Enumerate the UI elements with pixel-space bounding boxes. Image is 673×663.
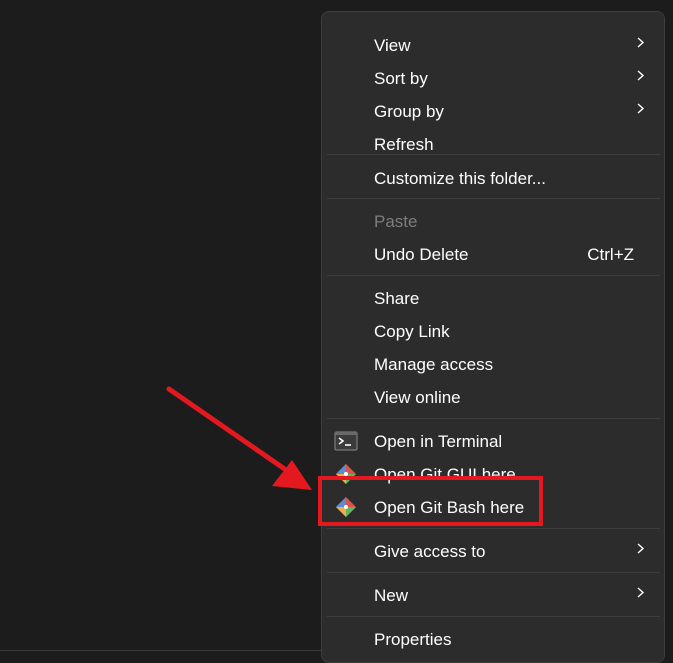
menu-separator — [327, 528, 660, 529]
menu-separator — [327, 572, 660, 573]
highlight-box — [318, 476, 543, 526]
menu-item-label: Open in Terminal — [374, 432, 503, 451]
chevron-right-icon — [635, 37, 646, 48]
menu-item-view[interactable]: View — [322, 29, 664, 62]
menu-separator — [327, 418, 660, 419]
menu-item-label: Group by — [374, 102, 444, 121]
menu-item-customize-folder[interactable]: Customize this folder... — [322, 162, 664, 195]
menu-item-new[interactable]: New — [322, 579, 664, 612]
desktop-divider — [0, 650, 321, 651]
menu-item-label: Copy Link — [374, 322, 450, 341]
chevron-right-icon — [635, 70, 646, 81]
menu-item-view-online[interactable]: View online — [322, 381, 664, 414]
menu-item-label: View online — [374, 388, 461, 407]
menu-item-properties[interactable]: Properties — [322, 623, 664, 656]
menu-item-label: Sort by — [374, 69, 428, 88]
shortcut-label: Ctrl+Z — [587, 245, 634, 264]
menu-item-label: Paste — [374, 212, 418, 231]
menu-item-label: Properties — [374, 630, 452, 649]
context-menu: View Sort by Group by Refresh Customize … — [321, 11, 665, 663]
terminal-icon — [334, 430, 358, 452]
menu-item-label: Refresh — [374, 135, 434, 154]
menu-item-open-terminal[interactable]: Open in Terminal — [322, 425, 664, 458]
menu-item-give-access[interactable]: Give access to — [322, 535, 664, 568]
menu-item-copy-link[interactable]: Copy Link — [322, 315, 664, 348]
menu-item-label: View — [374, 36, 411, 55]
menu-item-label: Manage access — [374, 355, 494, 374]
menu-item-manage-access[interactable]: Manage access — [322, 348, 664, 381]
menu-item-label: Customize this folder... — [374, 169, 546, 188]
chevron-right-icon — [635, 543, 646, 554]
menu-separator — [327, 154, 660, 155]
menu-item-label: New — [374, 586, 409, 605]
menu-separator — [327, 616, 660, 617]
menu-item-undo-delete[interactable]: Undo Delete Ctrl+Z — [322, 238, 664, 271]
menu-item-label: Share — [374, 289, 420, 308]
menu-item-label: Undo Delete — [374, 245, 469, 264]
chevron-right-icon — [635, 587, 646, 598]
menu-item-share[interactable]: Share — [322, 282, 664, 315]
menu-separator — [327, 275, 660, 276]
menu-separator — [327, 198, 660, 199]
menu-item-label: Give access to — [374, 542, 486, 561]
menu-item-sort-by[interactable]: Sort by — [322, 62, 664, 95]
menu-item-refresh[interactable]: Refresh — [322, 128, 664, 161]
menu-item-group-by[interactable]: Group by — [322, 95, 664, 128]
menu-item-paste: Paste — [322, 205, 664, 238]
chevron-right-icon — [635, 103, 646, 114]
